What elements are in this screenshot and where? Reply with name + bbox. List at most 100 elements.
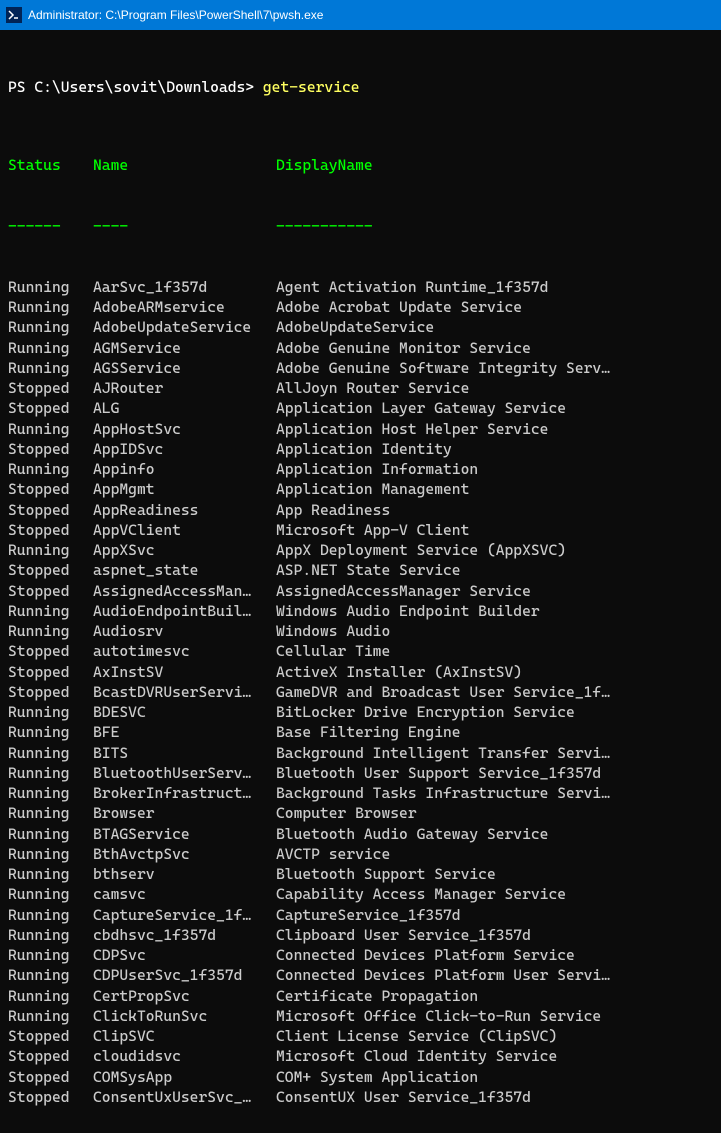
cell-status: Running (8, 358, 93, 378)
cell-displayname: Base Filtering Engine (276, 722, 461, 742)
table-row: RunningBrokerInfrastruct…Background Task… (8, 783, 713, 803)
table-row: RunningBTAGServiceBluetooth Audio Gatewa… (8, 824, 713, 844)
cell-status: Running (8, 864, 93, 884)
cell-status: Stopped (8, 1046, 93, 1066)
table-header-dashes: --------------------- (8, 216, 713, 236)
table-row: RunningAGSServiceAdobe Genuine Software … (8, 358, 713, 378)
cell-displayname: AdobeUpdateService (276, 317, 434, 337)
table-row: StoppedALGApplication Layer Gateway Serv… (8, 398, 713, 418)
cell-name: CaptureService_1f… (93, 905, 276, 925)
cell-status: Running (8, 1006, 93, 1026)
cell-displayname: Application Information (276, 459, 478, 479)
cell-name: CDPUserSvc_1f357d (93, 965, 276, 985)
table-row: RunningAdobeARMserviceAdobe Acrobat Upda… (8, 297, 713, 317)
table-row: RunningBFEBase Filtering Engine (8, 722, 713, 742)
table-row: StoppedAppReadinessApp Readiness (8, 500, 713, 520)
table-row: RunningcamsvcCapability Access Manager S… (8, 884, 713, 904)
table-row: RunningAppinfoApplication Information (8, 459, 713, 479)
cell-displayname: Bluetooth Support Service (276, 864, 496, 884)
window-titlebar[interactable]: Administrator: C:\Program Files\PowerShe… (0, 0, 721, 30)
cell-displayname: AssignedAccessManager Service (276, 581, 531, 601)
cell-displayname: Application Management (276, 479, 469, 499)
dash-status: ------ (8, 216, 93, 236)
cell-status: Stopped (8, 581, 93, 601)
cell-status: Stopped (8, 682, 93, 702)
table-row: Stoppedaspnet_stateASP.NET State Service (8, 560, 713, 580)
cell-status: Running (8, 419, 93, 439)
cell-name: AppVClient (93, 520, 276, 540)
terminal-output[interactable]: PS C:\Users\sovit\Downloads> get-service… (0, 30, 721, 1133)
cell-status: Running (8, 702, 93, 722)
cell-name: autotimesvc (93, 641, 276, 661)
cell-displayname: Agent Activation Runtime_1f357d (276, 277, 548, 297)
cell-displayname: Cellular Time (276, 641, 390, 661)
table-row: RunningAarSvc_1f357dAgent Activation Run… (8, 277, 713, 297)
cell-displayname: Client License Service (ClipSVC) (276, 1026, 557, 1046)
cell-displayname: Microsoft Cloud Identity Service (276, 1046, 557, 1066)
cell-status: Running (8, 824, 93, 844)
table-row: RunningBDESVCBitLocker Drive Encryption … (8, 702, 713, 722)
table-row: RunningCertPropSvcCertificate Propagatio… (8, 986, 713, 1006)
table-row: RunningBluetoothUserServ…Bluetooth User … (8, 763, 713, 783)
cell-name: AppHostSvc (93, 419, 276, 439)
cell-displayname: Application Identity (276, 439, 452, 459)
header-name: Name (93, 155, 276, 175)
table-row: RunningAppHostSvcApplication Host Helper… (8, 419, 713, 439)
cell-name: AppReadiness (93, 500, 276, 520)
table-row: RunningCaptureService_1f…CaptureService_… (8, 905, 713, 925)
table-row: RunningAudiosrvWindows Audio (8, 621, 713, 641)
cell-displayname: Adobe Genuine Software Integrity Serv… (276, 358, 610, 378)
table-row: RunningBrowserComputer Browser (8, 803, 713, 823)
cell-name: AssignedAccessMan… (93, 581, 276, 601)
cell-status: Stopped (8, 560, 93, 580)
cell-displayname: ASP.NET State Service (276, 560, 461, 580)
cell-status: Running (8, 945, 93, 965)
cell-status: Stopped (8, 520, 93, 540)
cell-displayname: Bluetooth Audio Gateway Service (276, 824, 548, 844)
cell-status: Running (8, 297, 93, 317)
cell-displayname: BitLocker Drive Encryption Service (276, 702, 575, 722)
cell-status: Stopped (8, 479, 93, 499)
table-row: RunningBthAvctpSvcAVCTP service (8, 844, 713, 864)
cell-displayname: Application Host Helper Service (276, 419, 548, 439)
table-row: RunningCDPSvcConnected Devices Platform … (8, 945, 713, 965)
cell-displayname: CaptureService_1f357d (276, 905, 461, 925)
table-row: StoppedAJRouterAllJoyn Router Service (8, 378, 713, 398)
cell-status: Running (8, 338, 93, 358)
cell-name: Browser (93, 803, 276, 823)
cell-status: Running (8, 722, 93, 742)
cell-displayname: Background Tasks Infrastructure Servi… (276, 783, 610, 803)
cell-displayname: Windows Audio (276, 621, 390, 641)
powershell-icon (6, 7, 22, 23)
cell-status: Stopped (8, 439, 93, 459)
cell-status: Running (8, 317, 93, 337)
cell-status: Running (8, 925, 93, 945)
cell-name: ConsentUxUserSvc_… (93, 1087, 276, 1107)
cell-displayname: Windows Audio Endpoint Builder (276, 601, 540, 621)
cell-name: ClipSVC (93, 1026, 276, 1046)
table-row: StoppedBcastDVRUserServi…GameDVR and Bro… (8, 682, 713, 702)
cell-name: aspnet_state (93, 560, 276, 580)
cell-name: AppMgmt (93, 479, 276, 499)
cell-displayname: AppX Deployment Service (AppXSVC) (276, 540, 566, 560)
cell-name: Appinfo (93, 459, 276, 479)
cell-name: BTAGService (93, 824, 276, 844)
cell-displayname: Capability Access Manager Service (276, 884, 566, 904)
cell-status: Stopped (8, 398, 93, 418)
cell-status: Running (8, 277, 93, 297)
cell-displayname: Bluetooth User Support Service_1f357d (276, 763, 601, 783)
cell-displayname: COM+ System Application (276, 1067, 478, 1087)
prompt-line: PS C:\Users\sovit\Downloads> get-service (8, 77, 713, 97)
cell-name: COMSysApp (93, 1067, 276, 1087)
cell-name: BFE (93, 722, 276, 742)
table-row: Runningcbdhsvc_1f357dClipboard User Serv… (8, 925, 713, 945)
cell-name: BITS (93, 743, 276, 763)
cell-status: Running (8, 986, 93, 1006)
cell-status: Running (8, 601, 93, 621)
cell-name: cloudidsvc (93, 1046, 276, 1066)
cell-displayname: ConsentUX User Service_1f357d (276, 1087, 531, 1107)
table-row: RunningAudioEndpointBuil…Windows Audio E… (8, 601, 713, 621)
cell-displayname: Computer Browser (276, 803, 417, 823)
table-row: StoppedAssignedAccessMan…AssignedAccessM… (8, 581, 713, 601)
header-displayname: DisplayName (276, 155, 373, 175)
